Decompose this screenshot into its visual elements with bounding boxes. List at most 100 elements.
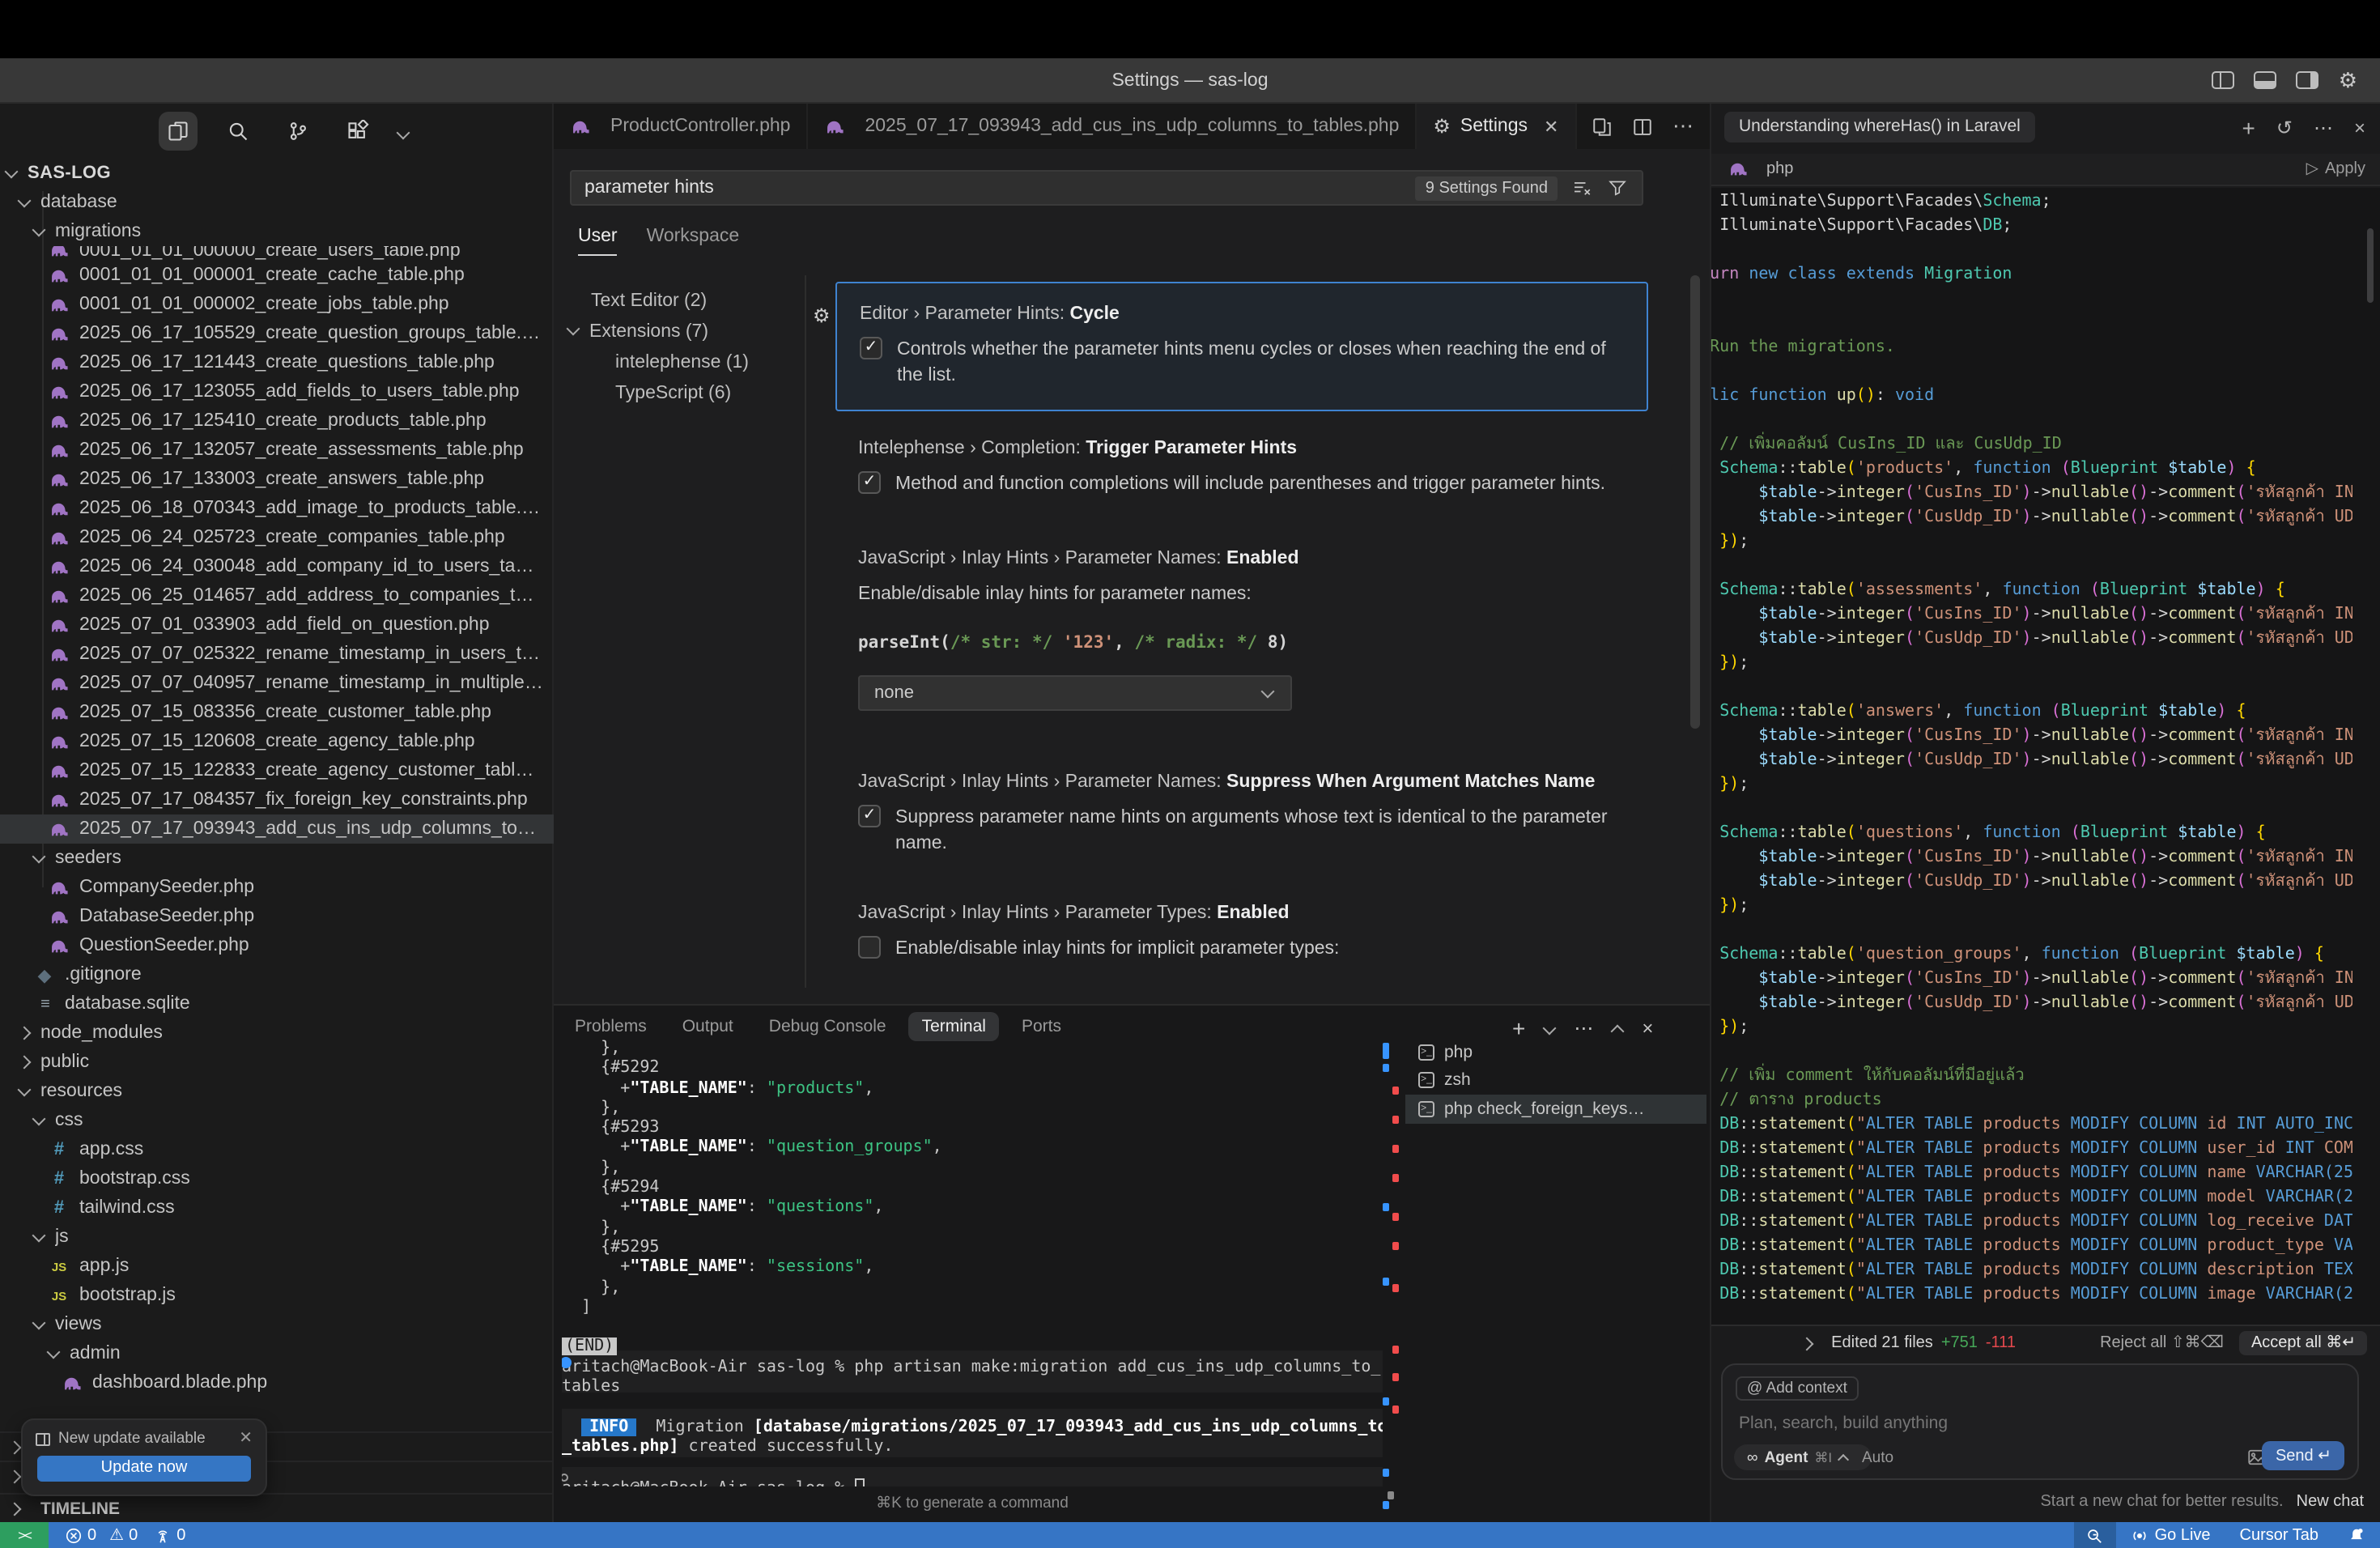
add-context-chip[interactable]: @ Add context (1736, 1376, 1859, 1401)
tree-item-file[interactable]: CompanySeeder.php (0, 873, 554, 902)
tree-item-file[interactable]: #bootstrap.css (0, 1164, 554, 1193)
toggle-panel-icon[interactable] (2255, 71, 2277, 89)
search-icon[interactable] (219, 112, 257, 151)
editor-tab[interactable]: ⚙Settings✕ (1417, 104, 1576, 149)
tree-item-file[interactable]: 2025_06_24_030048_add_company_id_to_user… (0, 552, 554, 581)
tree-item-folder[interactable]: SAS-LOG (0, 159, 554, 188)
panel-tab[interactable]: Debug Console (756, 1012, 899, 1041)
editor-tab[interactable]: 2025_07_17_093943_add_cus_ins_udp_column… (808, 104, 1417, 149)
settings-toc-item[interactable]: TypeScript (6) (554, 377, 797, 408)
tab-workspace-settings[interactable]: Workspace (647, 227, 740, 246)
cursor-tab-toggle[interactable]: Cursor Tab (2225, 1522, 2333, 1548)
ports-status[interactable]: 0 (154, 1526, 185, 1544)
settings-search[interactable]: 9 Settings Found (570, 170, 1643, 206)
files-icon[interactable] (159, 112, 198, 151)
customize-layout-gear-icon[interactable]: ⚙ (2339, 71, 2357, 89)
tree-item-file[interactable]: ≡database.sqlite (0, 989, 554, 1019)
clear-filters-icon[interactable] (1570, 176, 1593, 199)
tree-item-file[interactable]: QuestionSeeder.php (0, 931, 554, 960)
tree-item-file[interactable]: 2025_06_17_125410_create_products_table.… (0, 406, 554, 436)
settings-toc-item[interactable]: Extensions (7) (554, 316, 797, 347)
go-live-button[interactable]: Go Live (2116, 1522, 2225, 1548)
terminal-instance[interactable]: >_zsh (1405, 1066, 1706, 1095)
tree-item-file[interactable]: 0001_01_01_000001_create_cache_table.php (0, 261, 554, 290)
toggle-sidebar-icon[interactable] (2212, 71, 2235, 89)
new-chat-icon[interactable]: + (2242, 115, 2255, 141)
code-content[interactable]: use Illuminate\Support\Facades\Schema;us… (1711, 189, 2352, 1307)
setting-checkbox[interactable]: ✓ (858, 805, 881, 827)
new-chat-link[interactable]: New chat (2297, 1493, 2364, 1511)
edited-files-label[interactable]: Edited 21 files (1831, 1334, 1933, 1352)
toggle-secondary-sidebar-icon[interactable] (2297, 71, 2319, 89)
reject-all-button[interactable]: Reject all ⇧⌘⌫ (2100, 1334, 2224, 1352)
settings-toc-item[interactable]: Text Editor (2) (554, 285, 797, 316)
tree-item-file[interactable]: 2025_07_07_040957_rename_timestamp_in_mu… (0, 669, 554, 698)
setting-dropdown[interactable]: none (858, 675, 1292, 711)
tree-item-file[interactable]: ◆.gitignore (0, 960, 554, 989)
tree-item-file[interactable]: 2025_07_15_083356_create_customer_table.… (0, 698, 554, 727)
remote-indicator[interactable]: >< (0, 1522, 49, 1548)
tree-item-folder[interactable]: js (0, 1223, 554, 1252)
notifications-bell-icon[interactable] (2333, 1522, 2380, 1548)
split-editor-icon[interactable] (1632, 116, 1653, 137)
filter-icon[interactable] (1606, 176, 1629, 199)
tree-item-folder[interactable]: admin (0, 1339, 554, 1368)
history-icon[interactable]: ↺ (2276, 117, 2293, 139)
update-now-button[interactable]: Update now (37, 1456, 251, 1482)
panel-tab[interactable]: Problems (562, 1012, 660, 1041)
tree-item-file[interactable]: dashboard.blade.php (0, 1368, 554, 1397)
tree-item-file[interactable]: 2025_06_17_121443_create_questions_table… (0, 348, 554, 377)
tree-item-file[interactable]: JSapp.js (0, 1252, 554, 1281)
tree-item-file[interactable]: 2025_06_25_014657_add_address_to_compani… (0, 581, 554, 610)
chat-more-icon[interactable]: ⋯ (2314, 117, 2333, 139)
setting-checkbox[interactable]: ✓ (860, 337, 882, 359)
tree-item-folder[interactable]: node_modules (0, 1019, 554, 1048)
tree-item-file[interactable]: 2025_07_15_122833_create_agency_customer… (0, 756, 554, 785)
tree-item-file[interactable]: 2025_06_17_132057_create_assessments_tab… (0, 436, 554, 465)
terminal-dropdown-icon[interactable] (1543, 1022, 1557, 1036)
model-selector[interactable]: Auto (1862, 1449, 1893, 1467)
tree-item-file[interactable]: 0001_01_01_000000_create_users_table.php (0, 246, 554, 261)
tree-item-folder[interactable]: database (0, 188, 554, 217)
close-tab-icon[interactable]: ✕ (1544, 116, 1558, 137)
problems-status[interactable]: 0 ⚠ 0 (65, 1526, 138, 1544)
maximize-panel-icon[interactable] (1611, 1024, 1625, 1038)
source-control-icon[interactable] (278, 112, 317, 151)
tree-item-folder[interactable]: migrations (0, 217, 554, 246)
tree-item-folder[interactable]: resources (0, 1077, 554, 1106)
tree-item-file[interactable]: JSbootstrap.js (0, 1281, 554, 1310)
send-button[interactable]: Send ↵ (2263, 1441, 2344, 1470)
tree-item-file[interactable]: #tailwind.css (0, 1193, 554, 1223)
tree-item-file[interactable]: 0001_01_01_000002_create_jobs_table.php (0, 290, 554, 319)
settings-toc-item[interactable]: intelephense (1) (554, 347, 797, 377)
more-actions-icon[interactable]: ⋯ (1672, 113, 1694, 139)
terminal-instance[interactable]: >_php check_foreign_keys… (1405, 1095, 1706, 1123)
chat-input[interactable]: @ Add context Plan, search, build anythi… (1721, 1363, 2359, 1480)
apply-button[interactable]: Apply (2325, 160, 2365, 178)
chat-scrollbar[interactable] (2367, 228, 2374, 303)
sidebar-section-timeline[interactable]: TIMELINE (0, 1493, 554, 1522)
panel-tab[interactable]: Output (669, 1012, 746, 1041)
tree-item-file[interactable]: 2025_06_17_133003_create_answers_table.p… (0, 465, 554, 494)
tree-item-file[interactable]: 2025_07_01_033903_add_field_on_question.… (0, 610, 554, 640)
tree-item-file[interactable]: 2025_06_17_123055_add_fields_to_users_ta… (0, 377, 554, 406)
tab-user-settings[interactable]: User (578, 227, 618, 246)
tree-item-file[interactable]: 2025_07_17_084357_fix_foreign_key_constr… (0, 785, 554, 814)
tree-item-file[interactable]: #app.css (0, 1135, 554, 1164)
tree-item-folder[interactable]: css (0, 1106, 554, 1135)
panel-tab[interactable]: Terminal (909, 1012, 999, 1041)
close-icon[interactable]: ✕ (239, 1430, 253, 1448)
tree-item-file[interactable]: 2025_06_18_070343_add_image_to_products_… (0, 494, 554, 523)
setting-checkbox[interactable]: ✓ (858, 471, 881, 494)
tree-item-file[interactable]: 2025_07_17_093943_add_cus_ins_udp_column… (0, 814, 554, 844)
terminal-instance[interactable]: >_php (1405, 1038, 1706, 1066)
tree-item-file[interactable]: 2025_07_07_025322_rename_timestamp_in_us… (0, 640, 554, 669)
open-changes-icon[interactable] (1592, 116, 1613, 137)
chevron-down-icon[interactable] (397, 126, 410, 140)
close-chat-icon[interactable]: × (2354, 117, 2365, 139)
terminal-view[interactable]: }, {#5292 +"TABLE_NAME": "products", }, … (562, 1040, 1383, 1486)
tree-item-folder[interactable]: views (0, 1310, 554, 1339)
panel-more-icon[interactable]: ⋯ (1574, 1017, 1593, 1040)
tree-item-file[interactable]: 2025_06_17_105529_create_question_groups… (0, 319, 554, 348)
tree-item-file[interactable]: 2025_07_15_120608_create_agency_table.ph… (0, 727, 554, 756)
